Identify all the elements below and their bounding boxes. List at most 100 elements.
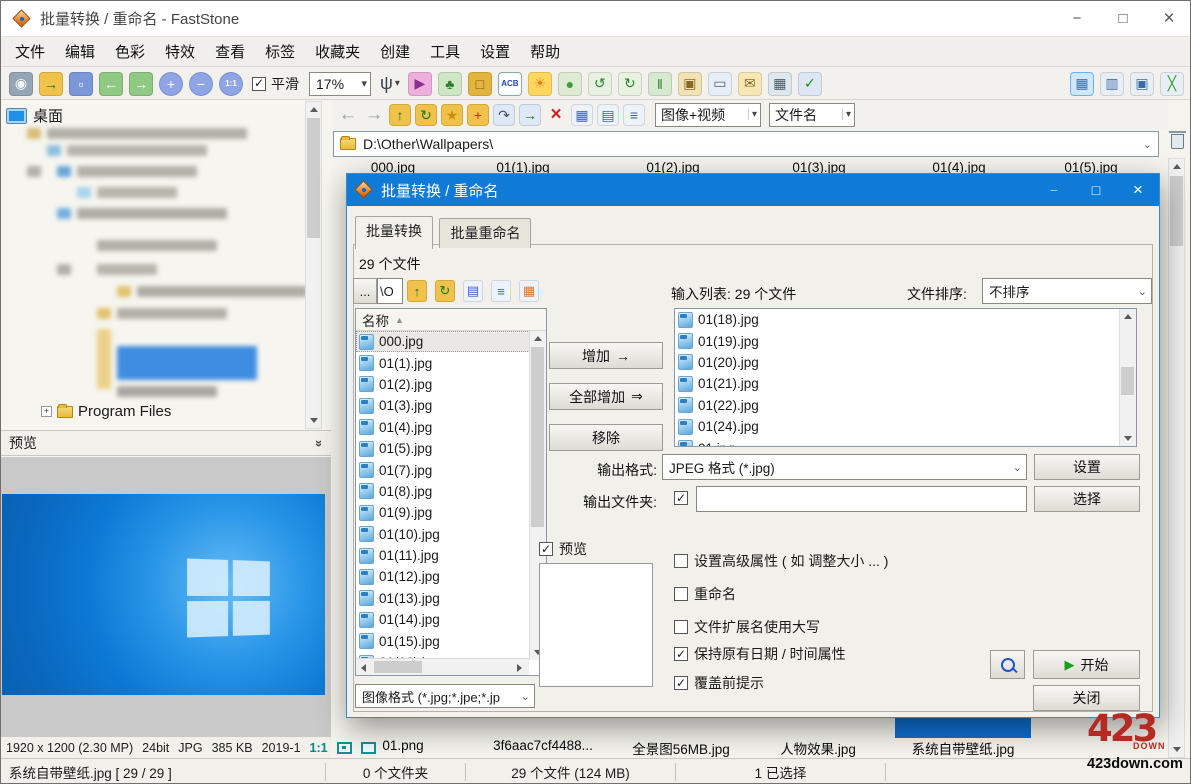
browse-images-icon[interactable]: ♣ bbox=[438, 72, 462, 96]
file-list-item[interactable]: 01(24).jpg bbox=[675, 416, 1136, 437]
tree-item-censored[interactable] bbox=[117, 308, 227, 319]
checkbox-icon[interactable] bbox=[674, 587, 688, 601]
tree-item-censored[interactable] bbox=[57, 264, 71, 275]
option-checkbox[interactable]: 覆盖前提示 bbox=[674, 673, 764, 693]
source-list-hscrollbar[interactable] bbox=[356, 658, 529, 675]
up-folder-icon[interactable]: ↑ bbox=[389, 104, 411, 126]
copy-to-icon[interactable]: ↷ bbox=[493, 104, 515, 126]
next-image-icon[interactable]: → bbox=[129, 72, 153, 96]
choose-folder-button[interactable]: 选择 bbox=[1034, 486, 1140, 512]
chevron-down-icon[interactable]: ⌄ bbox=[1013, 461, 1022, 474]
thumbnail-label[interactable]: 3f6aac7cf4488... bbox=[473, 738, 613, 753]
zoom-in-icon[interactable]: + bbox=[159, 72, 183, 96]
minimize-button[interactable]: − bbox=[1054, 1, 1100, 37]
details-view-icon[interactable]: ▤ bbox=[597, 104, 619, 126]
menu-item[interactable]: 查看 bbox=[205, 41, 255, 62]
tree-item-censored[interactable] bbox=[117, 286, 131, 297]
menu-item[interactable]: 特效 bbox=[155, 41, 205, 62]
thumbnail-label[interactable]: 系统自带壁纸.jpg bbox=[893, 738, 1033, 758]
file-list-item[interactable]: 01(19).jpg bbox=[675, 330, 1136, 351]
chevron-down-icon[interactable]: ▾ bbox=[395, 78, 400, 89]
forward-icon[interactable]: → bbox=[363, 104, 385, 126]
option-checkbox[interactable]: 文件扩展名使用大写 bbox=[674, 617, 820, 637]
enhance-colors-icon[interactable]: ☀ bbox=[528, 72, 552, 96]
scroll-right-icon[interactable] bbox=[512, 660, 527, 675]
rotate-left-icon[interactable]: ↺ bbox=[588, 72, 612, 96]
option-checkbox[interactable]: 保持原有日期 / 时间属性 bbox=[674, 644, 846, 664]
tab-batch-rename[interactable]: 批量重命名 bbox=[439, 218, 531, 248]
chevron-down-icon[interactable]: ▾ bbox=[361, 77, 367, 90]
sort-by-select[interactable]: 文件名 ▾ bbox=[769, 103, 855, 127]
file-list-item[interactable]: 01(10).jpg bbox=[356, 524, 546, 545]
browser-scrollbar[interactable] bbox=[1168, 158, 1185, 758]
file-list-item[interactable]: 01(3).jpg bbox=[356, 395, 546, 416]
scroll-up-icon[interactable] bbox=[1120, 309, 1135, 324]
file-sort-select[interactable]: 不排序 ⌄ bbox=[982, 278, 1152, 304]
screen-capture-icon[interactable]: ◉ bbox=[9, 72, 33, 96]
tree-item-censored[interactable] bbox=[57, 166, 71, 177]
start-button[interactable]: ▶ 开始 bbox=[1033, 650, 1140, 679]
menu-item[interactable]: 创建 bbox=[370, 41, 420, 62]
tree-item-censored[interactable] bbox=[77, 187, 91, 198]
menu-item[interactable]: 编辑 bbox=[55, 41, 105, 62]
input-list-vscrollbar[interactable] bbox=[1119, 309, 1136, 446]
scroll-down-icon[interactable] bbox=[1120, 431, 1135, 446]
slideshow-icon[interactable]: ▶ bbox=[408, 72, 432, 96]
file-list-item[interactable]: 01.jpg bbox=[675, 437, 1136, 447]
menu-item[interactable]: 设置 bbox=[470, 41, 520, 62]
file-list-item[interactable]: 01(4).jpg bbox=[356, 417, 546, 438]
screen-stamp-icon[interactable]: ● bbox=[558, 72, 582, 96]
layout-browser-icon[interactable]: ▦ bbox=[1070, 72, 1094, 96]
layout-image-icon[interactable]: ▣ bbox=[1130, 72, 1154, 96]
tree-item-censored[interactable] bbox=[77, 208, 227, 219]
file-filter-select[interactable]: 图像+视频 ▾ bbox=[655, 103, 761, 127]
list-view-icon[interactable]: ≡ bbox=[623, 104, 645, 126]
new-folder-icon[interactable]: + bbox=[467, 104, 489, 126]
save-as-icon[interactable]: ▫ bbox=[69, 72, 93, 96]
back-icon[interactable]: ← bbox=[337, 104, 359, 126]
file-list-item[interactable]: 01(22).jpg bbox=[675, 395, 1136, 416]
remove-button[interactable]: 移除 bbox=[549, 424, 663, 451]
tree-item-program-files[interactable]: + Program Files bbox=[41, 403, 171, 420]
refresh-folder-icon[interactable]: ↻ bbox=[435, 280, 455, 302]
thumbnail-label[interactable]: 人物效果.jpg bbox=[748, 738, 888, 758]
checkbox-icon[interactable] bbox=[674, 676, 688, 690]
output-folder-checkbox[interactable] bbox=[674, 491, 688, 505]
email-icon[interactable]: ✉ bbox=[738, 72, 762, 96]
tree-item-censored[interactable] bbox=[27, 128, 41, 139]
previous-image-icon[interactable]: ← bbox=[99, 72, 123, 96]
hand-tool-icon[interactable]: ψ▾ bbox=[380, 73, 400, 94]
dialog-path-input[interactable]: \O bbox=[377, 278, 403, 304]
scroll-left-icon[interactable] bbox=[356, 660, 371, 675]
print-icon[interactable]: ▦ bbox=[768, 72, 792, 96]
checkbox-icon[interactable] bbox=[252, 77, 266, 91]
add-all-button[interactable]: 全部增加⇒ bbox=[549, 383, 663, 410]
file-list-item[interactable]: 01(5).jpg bbox=[356, 438, 546, 459]
favorites-folder-icon[interactable]: ★ bbox=[441, 104, 463, 126]
input-file-list[interactable]: 01(18).jpg01(19).jpg01(20).jpg01(21).jpg… bbox=[674, 308, 1137, 447]
tab-batch-convert[interactable]: 批量转换 bbox=[355, 216, 433, 249]
scroll-up-icon[interactable] bbox=[306, 102, 321, 117]
tree-item-censored[interactable] bbox=[57, 208, 71, 219]
file-list-item[interactable]: 01(18).jpg bbox=[675, 309, 1136, 330]
fullscreen-icon[interactable]: ╳ bbox=[1160, 72, 1184, 96]
tree-item-censored[interactable] bbox=[97, 187, 177, 198]
scanner-icon[interactable]: ▭ bbox=[708, 72, 732, 96]
rename-abc-icon[interactable]: ACB bbox=[498, 72, 522, 96]
chevron-down-icon[interactable]: ▾ bbox=[842, 109, 851, 120]
menu-item[interactable]: 色彩 bbox=[105, 41, 155, 62]
option-checkbox[interactable]: 重命名 bbox=[674, 584, 736, 604]
tree-item-censored[interactable] bbox=[27, 166, 41, 177]
output-folder-input[interactable] bbox=[696, 486, 1027, 512]
file-list-item[interactable]: 01(15).jpg bbox=[356, 630, 546, 651]
scroll-up-icon[interactable] bbox=[530, 331, 545, 346]
scrollbar-thumb[interactable] bbox=[307, 118, 320, 238]
file-list-item[interactable]: 01(12).jpg bbox=[356, 566, 546, 587]
filetype-filter-select[interactable]: 图像格式 (*.jpg;*.jpe;*.jp ⌄ bbox=[355, 684, 535, 708]
checkbox-icon[interactable] bbox=[539, 542, 553, 556]
file-list-item[interactable]: 01(14).jpg bbox=[356, 609, 546, 630]
browse-ellipsis-button[interactable]: ... bbox=[353, 278, 377, 304]
move-to-icon[interactable]: → bbox=[519, 104, 541, 126]
chevron-down-icon[interactable]: ⌄ bbox=[1143, 138, 1152, 151]
scroll-up-icon[interactable] bbox=[1169, 159, 1184, 174]
